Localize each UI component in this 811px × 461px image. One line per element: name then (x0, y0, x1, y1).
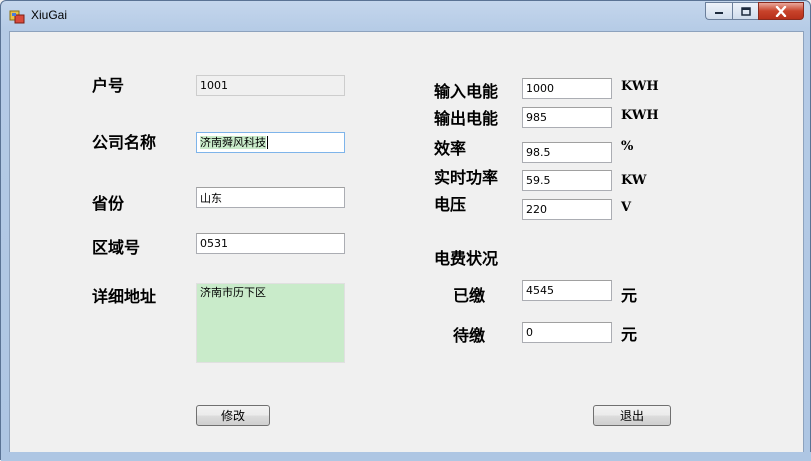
unpaid-input[interactable] (522, 322, 612, 343)
paid-label: 已缴 (453, 286, 486, 305)
input-power-label: 输入电能 (434, 82, 499, 101)
area-code-input[interactable] (196, 233, 345, 254)
maximize-button[interactable] (732, 2, 758, 20)
company-value: 济南舜风科技 (200, 136, 266, 149)
address-label: 详细地址 (92, 287, 157, 306)
province-input[interactable] (196, 187, 345, 208)
minimize-button[interactable] (705, 2, 732, 20)
input-power-unit: KWH (621, 79, 659, 94)
window-title: XiuGai (31, 8, 68, 22)
efficiency-unit: % (621, 139, 634, 154)
form-client-area: 户号 公司名称 济南舜风科技 省份 区域号 详细地址 济南市历下区 输入电能 K… (9, 31, 804, 453)
voltage-input[interactable] (522, 199, 612, 220)
app-icon (9, 10, 25, 24)
close-icon (775, 5, 787, 17)
company-input[interactable]: 济南舜风科技 (196, 132, 345, 153)
realtime-power-unit: KW (621, 173, 647, 188)
exit-button[interactable]: 退出 (593, 405, 671, 426)
realtime-power-label: 实时功率 (434, 168, 499, 187)
area-code-label: 区域号 (92, 238, 141, 257)
unpaid-label: 待缴 (453, 326, 486, 345)
output-power-unit: KWH (621, 108, 659, 123)
input-power-input[interactable] (522, 78, 612, 99)
address-input[interactable]: 济南市历下区 (196, 283, 345, 363)
paid-unit: 元 (621, 286, 638, 305)
company-label: 公司名称 (92, 133, 157, 152)
voltage-unit: V (621, 200, 632, 215)
efficiency-input[interactable] (522, 142, 612, 163)
maximize-icon (740, 6, 751, 16)
paid-input[interactable] (522, 280, 612, 301)
efficiency-label: 效率 (434, 139, 467, 158)
account-no-label: 户号 (92, 76, 125, 95)
minimize-icon (715, 12, 723, 14)
output-power-input[interactable] (522, 107, 612, 128)
close-button[interactable] (758, 2, 804, 20)
realtime-power-input[interactable] (522, 170, 612, 191)
voltage-label: 电压 (434, 195, 467, 214)
app-window: XiuGai 户号 公司名称 济南舜风科 (0, 0, 811, 461)
province-label: 省份 (92, 194, 125, 213)
modify-button[interactable]: 修改 (196, 405, 270, 426)
fee-status-label: 电费状况 (434, 249, 499, 268)
unpaid-unit: 元 (621, 325, 638, 344)
account-no-input[interactable] (196, 75, 345, 96)
title-bar[interactable]: XiuGai (1, 1, 810, 31)
output-power-label: 输出电能 (434, 109, 499, 128)
